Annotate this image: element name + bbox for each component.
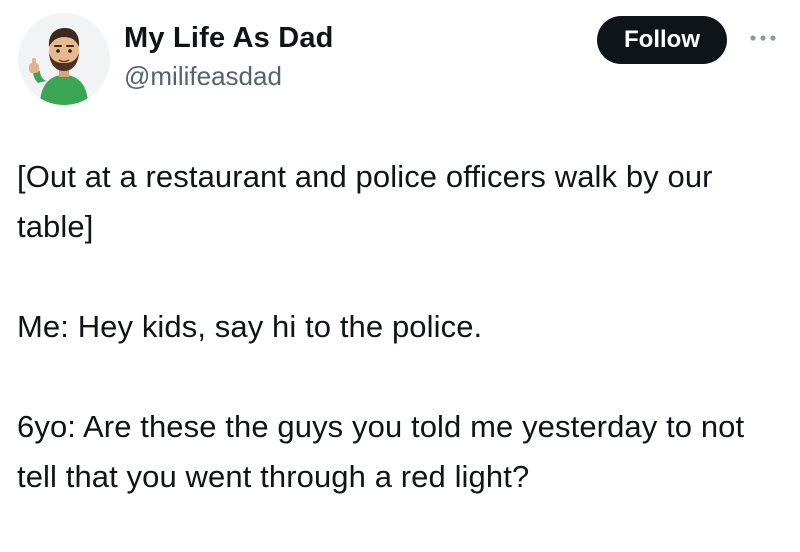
more-options-icon[interactable] (745, 30, 781, 46)
tweet-card: My Life As Dad @milifeasdad Follow [Out … (0, 0, 800, 552)
user-handle[interactable]: @milifeasdad (124, 60, 282, 92)
tweet-paragraph-setup: [Out at a restaurant and police officers… (17, 159, 713, 244)
follow-button[interactable]: Follow (597, 16, 727, 64)
tweet-header: My Life As Dad @milifeasdad Follow (0, 0, 800, 120)
display-name[interactable]: My Life As Dad (124, 20, 334, 56)
bitmoji-avatar-icon (18, 13, 110, 105)
avatar[interactable] (18, 13, 110, 105)
tweet-text: [Out at a restaurant and police officers… (17, 152, 792, 502)
tweet-paragraph-kid-line: 6yo: Are these the guys you told me yest… (17, 409, 745, 494)
tweet-paragraph-dad-line: Me: Hey kids, say hi to the police. (17, 309, 483, 344)
